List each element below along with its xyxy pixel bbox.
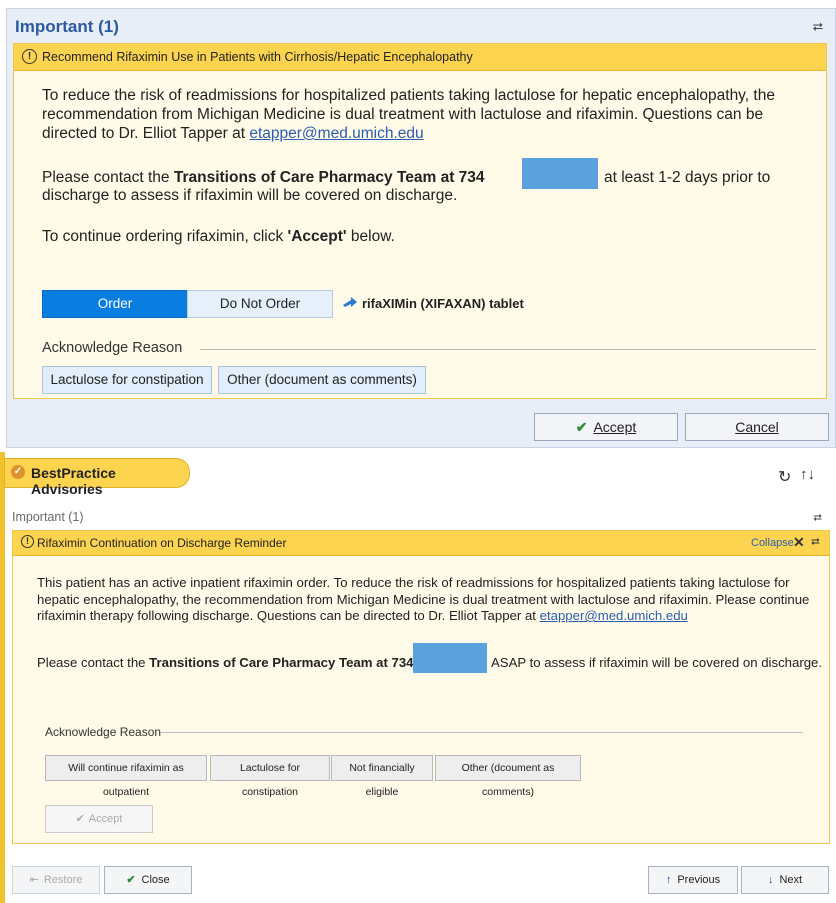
pharmacy-team-text: Transitions of Care Pharmacy Team at 734: [149, 655, 414, 670]
warning-icon: !: [21, 535, 34, 548]
do-not-order-button[interactable]: Do Not Order: [187, 290, 333, 318]
redacted-phone: [413, 643, 487, 673]
email-link[interactable]: etapper@med.umich.edu: [540, 608, 688, 623]
restore-button[interactable]: ⇤ Restore: [12, 866, 100, 894]
alert-paragraph: This patient has an active inpatient rif…: [37, 575, 815, 625]
previous-label: Previous: [677, 874, 721, 886]
bpa-panel: ✓ BestPractice Advisories ↻ ↑↓ Important…: [0, 452, 836, 903]
contact-suffix-line2: discharge to assess if rifaximin will be…: [42, 187, 458, 204]
alert-card: ! Rifaximin Continuation on Discharge Re…: [12, 530, 830, 844]
warning-icon: !: [22, 49, 37, 64]
accept-label: Accept: [593, 419, 637, 435]
collapse-link[interactable]: Collapse: [751, 537, 794, 549]
important-label: Important (1): [12, 510, 84, 524]
checkmark-icon: ✔: [75, 813, 85, 825]
reason-other-button[interactable]: Other (dcoument as comments): [435, 755, 581, 798]
contact-suffix: at least 1-2 days prior to: [604, 169, 771, 186]
contact-prefix: Please contact the: [42, 169, 174, 186]
close-label: Close: [141, 874, 170, 886]
sort-icon[interactable]: ↑↓: [800, 466, 815, 483]
medication-order-icon: [343, 297, 357, 307]
reason-lactulose-button[interactable]: Lactulose for constipation: [42, 366, 212, 394]
chevron-up-icon[interactable]: ⮂: [811, 536, 820, 549]
close-button[interactable]: ✔ Close: [104, 866, 192, 894]
panel-title: Important (1): [15, 17, 119, 36]
acknowledge-reason-label: Acknowledge Reason: [45, 725, 162, 739]
contact-prefix: Please contact the: [37, 655, 150, 670]
refresh-icon[interactable]: ↻: [778, 467, 791, 487]
reason-continue-outpatient-button[interactable]: Will continue rifaximin as outpatient: [45, 755, 207, 798]
next-button[interactable]: ↓ Next: [741, 866, 829, 894]
checkmark-icon: ✔: [575, 419, 588, 435]
reason-not-financially-eligible-button[interactable]: Not financially eligible: [331, 755, 433, 798]
next-label: Next: [779, 874, 803, 886]
order-button[interactable]: Order: [42, 290, 188, 318]
bpa-accent-bar: [0, 452, 5, 903]
divider: [200, 349, 816, 350]
email-link[interactable]: etapper@med.umich.edu: [249, 125, 423, 142]
cancel-button[interactable]: Cancel: [685, 413, 829, 441]
previous-button[interactable]: ↑ Previous: [648, 866, 738, 894]
important-panel: Important (1) ⮂ ! Recommend Rifaximin Us…: [6, 8, 836, 448]
alert-card: ! Recommend Rifaximin Use in Patients wi…: [13, 43, 827, 399]
alert-title: Recommend Rifaximin Use in Patients with…: [42, 50, 473, 64]
continue-instruction: To continue ordering rifaximin, click 'A…: [42, 227, 395, 246]
continue-prefix: To continue ordering rifaximin, click: [42, 228, 288, 245]
bpa-shield-icon: ✓: [11, 465, 25, 479]
bpa-tab[interactable]: ✓ BestPractice Advisories: [4, 458, 190, 497]
accept-keyword: 'Accept': [287, 228, 347, 245]
accept-label: Accept: [88, 813, 123, 825]
arrow-down-icon: ↓: [767, 874, 774, 886]
pharmacy-team-text: Transitions of Care Pharmacy Team at 734: [173, 169, 485, 186]
acknowledge-reason-label: Acknowledge Reason: [42, 340, 183, 356]
contact-line: Please contact the Transitions of Care P…: [42, 168, 485, 187]
arrow-up-icon: ↑: [665, 874, 672, 886]
continue-suffix: below.: [346, 228, 395, 245]
divider: [161, 732, 803, 733]
contact-line: Please contact the Transitions of Care P…: [37, 655, 414, 672]
contact-suffix: ASAP to assess if rifaximin will be cove…: [491, 655, 823, 670]
alert-paragraph: To reduce the risk of readmissions for h…: [42, 86, 822, 143]
alert-header: ! Rifaximin Continuation on Discharge Re…: [13, 531, 829, 556]
accept-button[interactable]: ✔ Accept: [534, 413, 678, 441]
bpa-tab-label: BestPractice Advisories: [31, 465, 116, 497]
collapse-chevron-icon[interactable]: ⮂: [813, 512, 822, 525]
reason-lactulose-button[interactable]: Lactulose for constipation: [210, 755, 330, 798]
medication-name: rifaXIMin (XIFAXAN) tablet: [362, 296, 524, 311]
close-icon[interactable]: ✕: [793, 534, 805, 551]
cancel-label: Cancel: [735, 419, 779, 435]
collapse-chevron-icon[interactable]: ⮂: [813, 19, 823, 35]
checkmark-icon: ✔: [126, 874, 136, 886]
redacted-phone: [522, 158, 598, 189]
reason-other-button[interactable]: Other (document as comments): [218, 366, 426, 394]
accept-button-disabled[interactable]: ✔ Accept: [45, 805, 153, 833]
alert-title: Rifaximin Continuation on Discharge Remi…: [37, 536, 287, 550]
paragraph-text: This patient has an active inpatient rif…: [37, 575, 810, 623]
restore-label: Restore: [43, 874, 83, 886]
restore-icon: ⇤: [29, 874, 39, 886]
alert-header: ! Recommend Rifaximin Use in Patients wi…: [14, 44, 826, 71]
